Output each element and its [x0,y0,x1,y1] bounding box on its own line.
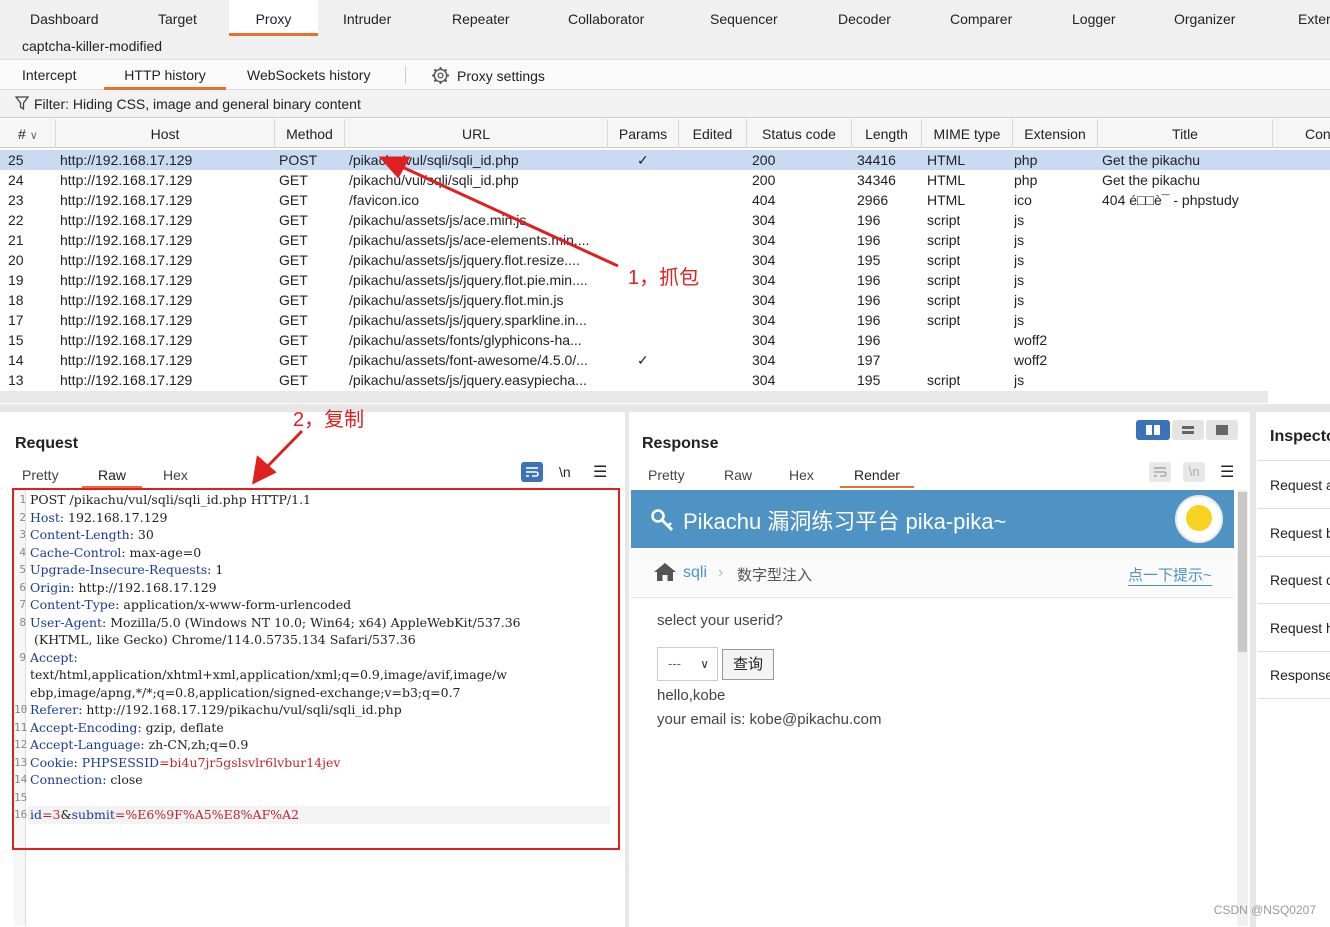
annotation-capture: 1，抓包 [628,267,700,289]
annotation-copy: 2，复制 [293,409,365,431]
annotation-arrows [252,156,619,485]
watermark: CSDN @NSQ0207 [1213,903,1316,917]
